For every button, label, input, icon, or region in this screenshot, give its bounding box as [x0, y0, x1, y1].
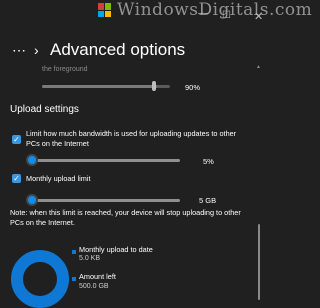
maximize-button[interactable]: ☐: [222, 10, 231, 21]
close-button[interactable]: ✕: [254, 10, 263, 23]
limit-bandwidth-label-line1: Limit how much bandwidth is used for upl…: [26, 129, 237, 138]
limit-note-line2: PCs on the Internet.: [10, 218, 75, 227]
foreground-slider-track[interactable]: [42, 85, 170, 88]
checkmark-icon: ✓: [13, 174, 20, 183]
windows-logo-icon: [98, 3, 112, 17]
monthly-limit-checkbox[interactable]: ✓: [12, 174, 21, 183]
foreground-slider-thumb[interactable]: [152, 81, 156, 91]
uploaded-legend-dot: [72, 250, 76, 254]
more-options-icon[interactable]: ⋯: [12, 42, 27, 59]
limit-bandwidth-label-line2: PCs on the Internet: [26, 139, 89, 148]
watermark: WindowsDigitals.com: [117, 0, 313, 20]
limit-note-line1: Note: when this limit is reached, your d…: [10, 208, 241, 217]
breadcrumb-chevron-icon: ›: [34, 42, 39, 58]
bandwidth-value: 5%: [203, 157, 214, 166]
page-title: Advanced options: [50, 40, 186, 59]
amount-left-title: Amount left: [79, 272, 116, 281]
monthly-limit-label: Monthly upload limit: [26, 174, 91, 183]
limit-note: Note: when this limit is reached, your d…: [10, 208, 280, 228]
uploaded-title: Monthly upload to date: [79, 245, 153, 254]
foreground-slider-fill: [42, 85, 158, 88]
page-header: ⋯ › Advanced options: [0, 36, 287, 66]
minimize-button[interactable]: —: [198, 8, 208, 19]
upload-usage-donut: [11, 250, 69, 308]
checkmark-icon: ✓: [13, 135, 20, 144]
monthly-limit-slider-track[interactable]: [30, 199, 180, 202]
scrollbar[interactable]: [258, 224, 260, 300]
bandwidth-slider-track[interactable]: [30, 159, 180, 162]
amount-left-legend-dot: [72, 277, 76, 281]
foreground-value: 90%: [185, 83, 201, 92]
bandwidth-slider-thumb[interactable]: [28, 156, 36, 164]
upload-settings-heading: Upload settings: [10, 104, 79, 115]
monthly-limit-value: 5 GB: [199, 196, 217, 205]
title-bar: WindowsDigitals.com — ☐ ✕: [0, 0, 312, 36]
amount-left-value: 500.0 GB: [79, 283, 109, 290]
uploaded-value: 5.0 KB: [79, 255, 101, 262]
scroll-up-arrow-icon[interactable]: ▲: [256, 64, 261, 70]
limit-bandwidth-checkbox[interactable]: ✓: [12, 135, 21, 144]
monthly-limit-slider-thumb[interactable]: [28, 196, 36, 204]
foreground-faded-label: the foreground: [42, 66, 88, 73]
